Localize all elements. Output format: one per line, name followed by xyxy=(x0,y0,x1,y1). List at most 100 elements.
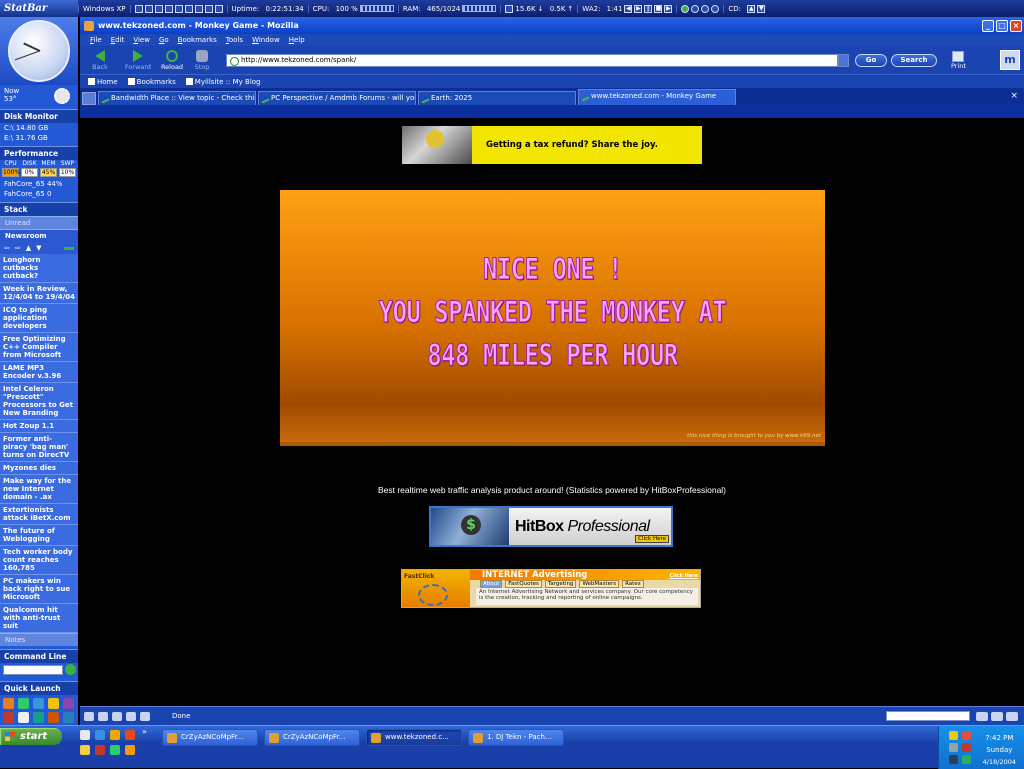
forward-arrow-icon[interactable]: ⇨ xyxy=(15,244,21,252)
composer-icon[interactable] xyxy=(112,711,122,721)
taskbar-button-2[interactable]: CrZyAzNCoMpFr... xyxy=(264,729,360,746)
tab-pc-perspective[interactable]: PC Perspective / Amdmb Forums - will you… xyxy=(258,91,416,105)
tab-newsroom[interactable]: Newsroom xyxy=(0,229,78,242)
resize-icon[interactable] xyxy=(1006,711,1018,721)
app-icon[interactable] xyxy=(110,745,120,755)
app-icon[interactable] xyxy=(95,745,105,755)
next-icon[interactable]: ▶ xyxy=(664,4,673,13)
bookmark-bookmarks[interactable]: Bookmarks xyxy=(127,78,176,86)
folder-icon[interactable] xyxy=(110,730,120,740)
tray-icon[interactable] xyxy=(962,755,971,764)
app-icon[interactable] xyxy=(134,4,143,13)
app-icon[interactable] xyxy=(63,698,74,709)
hitbox-click-here[interactable]: Click Here xyxy=(635,535,669,543)
app-icon[interactable] xyxy=(194,4,203,13)
taskbar-button-1[interactable]: CrZyAzNCoMpFr... xyxy=(162,729,258,746)
status-icon[interactable] xyxy=(691,4,700,13)
fc-tab-targeting[interactable]: Targeting xyxy=(544,580,577,588)
ie-icon[interactable] xyxy=(95,730,105,740)
fc-tab-rates[interactable]: Rates xyxy=(622,580,644,588)
app-icon[interactable] xyxy=(3,698,14,709)
news-item[interactable]: Longhorn cutbacks cutback? xyxy=(0,254,78,283)
mail-icon[interactable] xyxy=(98,711,108,721)
game-credit[interactable]: this nice thing is brought to you by www… xyxy=(687,433,821,439)
desktop-icon[interactable] xyxy=(80,730,90,740)
eject-icon[interactable]: ▲ xyxy=(747,4,756,13)
fc-tab-fastquotes[interactable]: FastQuotes xyxy=(505,580,542,588)
news-item[interactable]: Make way for the new Internet domain - .… xyxy=(0,475,78,504)
news-item[interactable]: Former anti-piracy 'bag man' turns on Di… xyxy=(0,433,78,462)
bookmark-myillsite[interactable]: Myillsite :: My Blog xyxy=(185,78,261,86)
hitbox-banner[interactable]: HitBox Professional Click Here xyxy=(429,506,673,547)
tray-icon[interactable] xyxy=(962,731,971,740)
fastclick-banner[interactable]: FastClick INTERNET Advertising Click Here… xyxy=(401,569,701,608)
app-icon[interactable] xyxy=(204,4,213,13)
menu-window[interactable]: Window xyxy=(252,36,280,44)
fc-tab-about[interactable]: About xyxy=(480,580,503,588)
go-icon[interactable] xyxy=(65,664,76,675)
tab-bandwidth-place[interactable]: Bandwidth Place :: View topic - Check th… xyxy=(98,91,256,105)
close-button[interactable]: × xyxy=(1010,19,1022,32)
chat-icon[interactable] xyxy=(140,711,150,721)
news-item[interactable]: ICQ to ping application developers xyxy=(0,304,78,333)
app-icon[interactable] xyxy=(48,698,59,709)
news-item[interactable]: Extortionists attack iBetX.com xyxy=(0,504,78,525)
menu-edit[interactable]: Edit xyxy=(111,36,125,44)
tab-notes[interactable]: Notes xyxy=(0,633,78,646)
menu-help[interactable]: Help xyxy=(289,36,305,44)
app-icon[interactable] xyxy=(33,698,44,709)
up-icon[interactable]: ▲ xyxy=(26,244,31,252)
forward-button[interactable]: Forward xyxy=(124,49,152,71)
close-tab-icon[interactable]: × xyxy=(1010,91,1018,101)
app-icon[interactable] xyxy=(48,712,59,723)
maximize-button[interactable]: □ xyxy=(996,19,1008,32)
news-item[interactable]: LAME MP3 Encoder v.3.96 xyxy=(0,362,78,383)
search-button[interactable]: Search xyxy=(891,53,937,67)
tab-unread[interactable]: Unread xyxy=(0,216,78,229)
news-item[interactable]: The future of Weblogging xyxy=(0,525,78,546)
print-button[interactable]: Print xyxy=(951,50,966,70)
reload-button[interactable]: Reload xyxy=(158,49,186,71)
statbar-logo[interactable]: StatBar xyxy=(0,0,78,17)
prev-icon[interactable]: ◀ xyxy=(624,4,633,13)
news-item[interactable]: Myzones dies xyxy=(0,462,78,475)
tray-icon[interactable] xyxy=(949,743,958,752)
tray-icon[interactable] xyxy=(962,743,971,752)
menu-view[interactable]: View xyxy=(133,36,150,44)
news-item[interactable]: Intel Celeron "Prescott" Processors to G… xyxy=(0,383,78,420)
mozilla-throbber[interactable]: m xyxy=(1000,50,1020,70)
media-icon[interactable] xyxy=(125,730,135,740)
taskbar-button-4[interactable]: 1. DJ Tekn - Pach... xyxy=(468,729,564,746)
new-tab-icon[interactable] xyxy=(82,92,96,105)
menu-bookmarks[interactable]: Bookmarks xyxy=(178,36,217,44)
taskbar-button-3[interactable]: www.tekzoned.c... xyxy=(366,729,462,746)
fastclick-click-here[interactable]: Click Here xyxy=(669,571,698,581)
tray-clock[interactable]: 7:42 PM Sunday 4/18/2004 xyxy=(983,732,1016,768)
minimize-button[interactable]: _ xyxy=(982,19,994,32)
close-tray-icon[interactable]: ▼ xyxy=(757,4,766,13)
navigator-icon[interactable] xyxy=(84,711,94,721)
menu-file[interactable]: File xyxy=(90,36,102,44)
app-icon[interactable] xyxy=(164,4,173,13)
pause-icon[interactable]: ‖ xyxy=(644,4,653,13)
app-icon[interactable] xyxy=(184,4,193,13)
start-button[interactable]: start xyxy=(0,728,62,745)
app-icon[interactable] xyxy=(144,4,153,13)
news-item[interactable]: PC makers win back right to sue Microsof… xyxy=(0,575,78,604)
tax-refund-ad[interactable]: Getting a tax refund? Share the joy. xyxy=(402,126,702,164)
status-icon[interactable] xyxy=(976,711,988,721)
stop-button[interactable]: Stop xyxy=(188,49,216,71)
tray-icon[interactable] xyxy=(949,731,958,740)
news-item[interactable]: Qualcomm hit with anti-trust suit xyxy=(0,604,78,633)
menu-go[interactable]: Go xyxy=(159,36,169,44)
app-icon[interactable] xyxy=(174,4,183,13)
back-button[interactable]: Back xyxy=(86,49,114,71)
play-icon[interactable]: ▶ xyxy=(634,4,643,13)
addressbook-icon[interactable] xyxy=(126,711,136,721)
url-dropdown[interactable] xyxy=(838,53,849,67)
news-item[interactable]: Tech worker body count reaches 160,785 xyxy=(0,546,78,575)
news-item[interactable]: Week in Review, 12/4/04 to 19/4/04 xyxy=(0,283,78,304)
status-search-input[interactable] xyxy=(886,711,970,721)
monkey-game[interactable]: NICE ONE ! YOU SPANKED THE MONKEY AT 848… xyxy=(280,190,825,446)
menu-tools[interactable]: Tools xyxy=(226,36,243,44)
